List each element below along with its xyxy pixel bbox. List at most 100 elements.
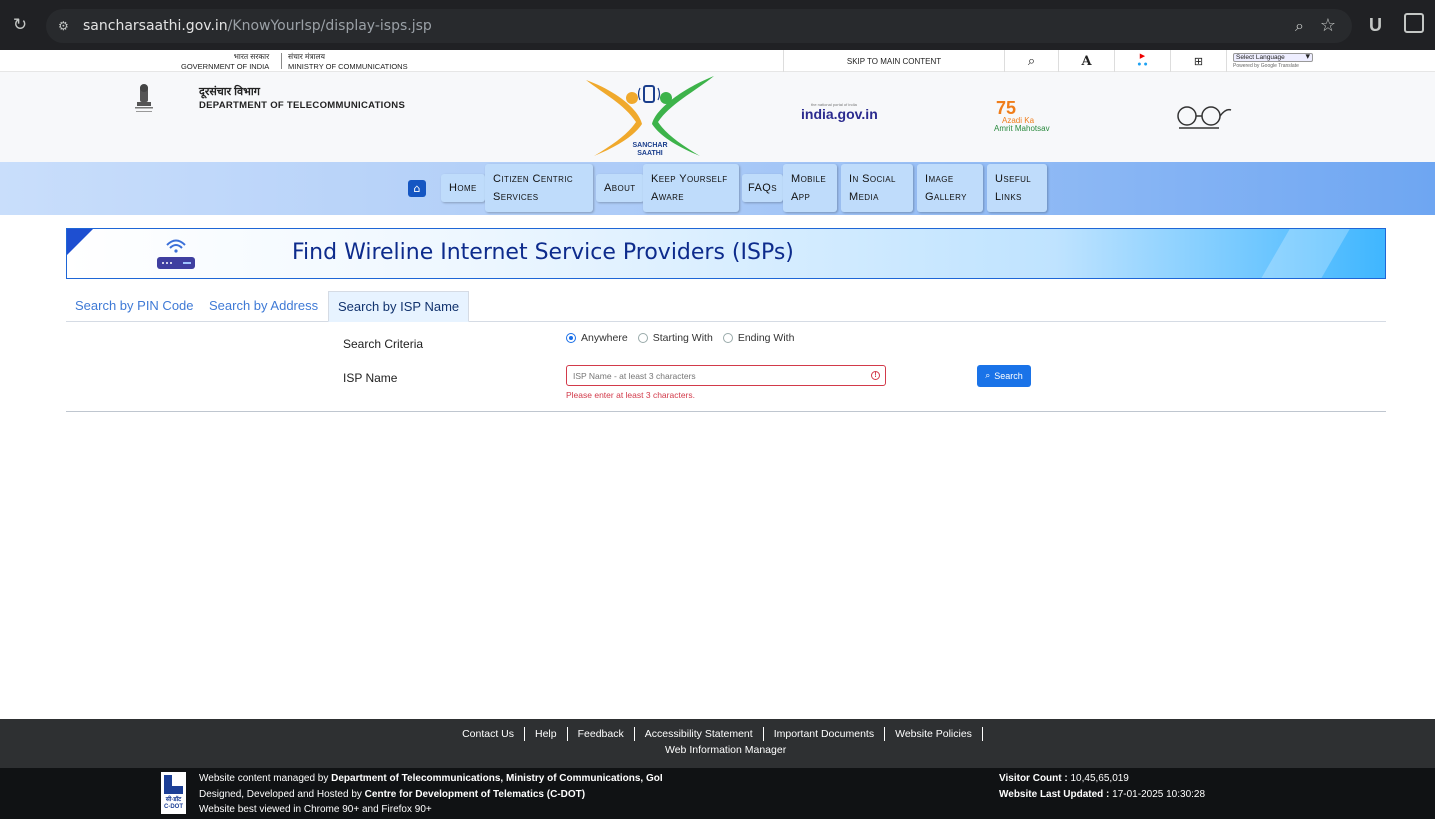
nav-label: Home <box>449 182 477 194</box>
form-divider <box>66 411 1386 412</box>
nav-label: Mobile App <box>791 173 827 203</box>
site-info-icon[interactable]: ⚙ <box>58 18 74 34</box>
footer-designed-by: Designed, Developed and Hosted by Centre… <box>199 789 586 800</box>
site-header: दूरसंचार विभाग DEPARTMENT OF TELECOMMUNI… <box>0 72 1435 162</box>
footer-links: Contact Us Help Feedback Accessibility S… <box>0 727 1435 741</box>
language-selector[interactable]: Select Language Powered by Google Transl… <box>1226 50 1318 72</box>
footer-best-viewed: Website best viewed in Chrome 90+ and Fi… <box>199 804 432 815</box>
footer-web-info-manager[interactable]: Web Information Manager <box>665 744 786 756</box>
cdot-mark-inner <box>172 775 183 786</box>
error-icon: ! <box>871 371 880 380</box>
gov-top-strip: भारत सरकार GOVERNMENT OF INDIA संचार मंत… <box>0 50 1435 72</box>
router-wifi-icon <box>157 239 195 269</box>
swachh-bharat-logo-icon[interactable] <box>1173 104 1233 132</box>
nav-about[interactable]: About <box>596 174 644 202</box>
cdot-logo[interactable]: सी-डॉट C-DOT <box>161 772 186 814</box>
ministry-en: MINISTRY OF COMMUNICATIONS <box>288 62 408 71</box>
isp-name-input[interactable] <box>566 365 886 386</box>
isp-name-error: Please enter at least 3 characters. <box>566 390 695 400</box>
nav-in-social-media[interactable]: In Social Media <box>841 164 913 212</box>
tab-search-by-pin[interactable]: Search by PIN Code <box>66 291 203 322</box>
footer-managed-by: Website content managed by Department of… <box>199 773 663 784</box>
footer-accessibility[interactable]: Accessibility Statement <box>635 727 764 741</box>
footer-website-policies[interactable]: Website Policies <box>885 727 983 741</box>
address-bar[interactable]: ⚙ sancharsaathi.gov.in/KnowYourIsp/displ… <box>46 9 1352 43</box>
page-title: Find Wireline Internet Service Providers… <box>292 240 794 265</box>
national-emblem-icon <box>135 84 153 112</box>
azadi-text-2: Amrit Mahotsav <box>994 124 1050 133</box>
ministry-hi: संचार मंत्रालय <box>288 52 325 61</box>
nav-faqs[interactable]: FAQs <box>742 174 783 202</box>
search-criteria-radios: Anywhere Starting With Ending With <box>566 332 794 344</box>
radio-starting-with[interactable]: Starting With <box>637 332 713 344</box>
main-navigation: ⌂ Home Citizen Centric Services About Kee… <box>0 162 1435 215</box>
website-last-updated: Website Last Updated : 17-01-2025 10:30:… <box>999 789 1206 800</box>
logo-line2: SAATHI <box>637 150 663 157</box>
visitor-count: Visitor Count : 10,45,65,019 <box>999 773 1129 784</box>
youtube-icon[interactable]: ▶ <box>1140 53 1145 61</box>
tab-search-by-address[interactable]: Search by Address <box>200 291 327 322</box>
radio-label: Starting With <box>652 332 713 344</box>
language-select[interactable]: Select Language <box>1233 52 1313 62</box>
gov-hi: भारत सरकार <box>233 52 270 61</box>
extensions-puzzle-icon[interactable] <box>1404 13 1424 33</box>
footer-help[interactable]: Help <box>525 727 568 741</box>
reload-icon[interactable]: ↻ <box>11 16 29 34</box>
bookmark-star-icon[interactable]: ☆ <box>1320 15 1336 36</box>
nav-label: About <box>604 182 636 194</box>
radio-label: Ending With <box>737 332 795 344</box>
nav-home[interactable]: Home <box>441 174 485 202</box>
radio-label: Anywhere <box>581 332 628 344</box>
footer-important-documents[interactable]: Important Documents <box>764 727 886 741</box>
nav-citizen-centric-services[interactable]: Citizen Centric Services <box>485 164 593 212</box>
search-button-label: Search <box>994 371 1023 381</box>
dept-name-hi: दूरसंचार विभाग <box>199 86 260 98</box>
nav-label: In Social Media <box>849 173 896 203</box>
gov-of-india: भारत सरकार GOVERNMENT OF INDIA <box>181 52 269 72</box>
search-criteria-label: Search Criteria <box>343 337 424 351</box>
footer-feedback[interactable]: Feedback <box>568 727 635 741</box>
search-icon: ⌕ <box>985 371 991 381</box>
browser-toolbar: ↻ ⚙ sancharsaathi.gov.in/KnowYourIsp/dis… <box>0 0 1435 50</box>
nav-label: FAQs <box>748 182 777 194</box>
nav-label: Useful Links <box>995 173 1032 203</box>
page-banner: Find Wireline Internet Service Providers… <box>66 228 1386 279</box>
skip-to-main-link[interactable]: SKIP TO MAIN CONTENT <box>783 50 1004 72</box>
radio-dot[interactable] <box>637 333 648 343</box>
search-icon[interactable]: ⌕ <box>1004 50 1058 72</box>
url-text[interactable]: sancharsaathi.gov.in/KnowYourIsp/display… <box>83 18 432 34</box>
radio-anywhere[interactable]: Anywhere <box>566 332 628 344</box>
dept-name-en: DEPARTMENT OF TELECOMMUNICATIONS <box>199 100 406 111</box>
logo-line1: SANCHAR <box>633 142 668 149</box>
social-icons[interactable]: ▶ ● ● <box>1114 50 1170 72</box>
font-size-icon[interactable]: A <box>1058 50 1114 72</box>
nav-image-gallery[interactable]: Image Gallery <box>917 164 983 212</box>
extension-u-icon[interactable]: U <box>1369 15 1382 36</box>
home-icon[interactable]: ⌂ <box>408 180 426 197</box>
sitemap-icon[interactable]: ⊞ <box>1170 50 1226 72</box>
nav-useful-links[interactable]: Useful Links <box>987 164 1047 212</box>
powered-by-translate: Powered by Google Translate <box>1233 63 1299 69</box>
divider <box>281 53 282 69</box>
indiagov-logo[interactable]: india.gov.in <box>801 106 878 122</box>
zoom-icon[interactable]: ⌕ <box>1295 16 1304 36</box>
twitter-facebook-icon[interactable]: ● ● <box>1137 61 1147 69</box>
radio-dot[interactable] <box>722 333 733 343</box>
nav-label: Keep Yourself Aware <box>651 173 728 203</box>
ministry-label: संचार मंत्रालय MINISTRY OF COMMUNICATION… <box>288 52 408 72</box>
nav-mobile-app[interactable]: Mobile App <box>783 164 837 212</box>
nav-label: Citizen Centric Services <box>493 173 574 203</box>
footer-links-bar: Contact Us Help Feedback Accessibility S… <box>0 719 1435 768</box>
sanchar-saathi-logo[interactable]: SANCHAR SAATHI <box>584 74 716 160</box>
search-button[interactable]: ⌕ Search <box>977 365 1031 387</box>
azadi-ka-amrit-mahotsav-logo[interactable]: 75 Azadi Ka Amrit Mahotsav <box>994 98 1054 134</box>
nav-keep-yourself-aware[interactable]: Keep Yourself Aware <box>643 164 739 212</box>
cdot-text: सी-डॉट C-DOT <box>164 797 183 810</box>
banner-corner <box>67 229 93 255</box>
tab-search-by-isp-name[interactable]: Search by ISP Name <box>328 291 470 322</box>
footer-bottom: सी-डॉट C-DOT Website content managed by … <box>0 768 1435 819</box>
isp-name-label: ISP Name <box>343 371 398 385</box>
radio-dot[interactable] <box>566 333 576 343</box>
footer-contact-us[interactable]: Contact Us <box>452 727 525 741</box>
radio-ending-with[interactable]: Ending With <box>722 332 795 344</box>
